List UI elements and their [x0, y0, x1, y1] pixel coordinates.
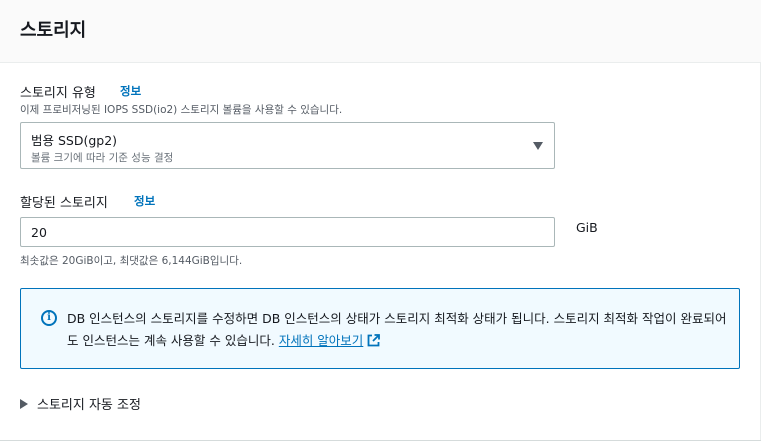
learn-more-link[interactable]: 자세히 알아보기 [279, 333, 363, 348]
allocated-storage-label: 할당된 스토리지 [20, 196, 108, 211]
storage-type-label: 스토리지 유형 [20, 86, 96, 101]
alert-message: DB 인스턴스의 스토리지를 수정하면 DB 인스턴스의 상태가 스토리지 최적… [67, 308, 727, 352]
caret-down-icon [533, 142, 543, 150]
storage-type-selected-value: 범용 SSD(gp2) [31, 133, 118, 148]
allocated-storage-info-link[interactable]: 정보 [134, 193, 155, 209]
allocated-storage-constraint: 최솟값은 20GiB이고, 최댓값은 6,144GiB입니다. [20, 255, 243, 267]
storage-autoscaling-label: 스토리지 자동 조정 [37, 398, 141, 413]
learn-more-label: 자세히 알아보기 [278, 333, 364, 348]
storage-panel: 스토리지 스토리지 유형 정보 이제 프로비저닝된 IOPS SSD(io2) … [0, 0, 761, 441]
info-circle-icon: i [41, 310, 57, 326]
storage-type-description: 이제 프로비저닝된 IOPS SSD(io2) 스토리지 볼륨을 사용할 수 있… [20, 104, 343, 116]
page-title: 스토리지 [20, 20, 87, 41]
storage-type-select[interactable]: 범용 SSD(gp2) 볼륨 크기에 따라 기준 성능 결정 [20, 122, 555, 169]
external-link-icon[interactable] [367, 334, 381, 347]
caret-right-icon [20, 399, 28, 409]
alert-text: DB 인스턴스의 스토리지를 수정하면 DB 인스턴스의 상태가 스토리지 최적… [67, 311, 727, 348]
allocated-storage-unit: GiB [576, 220, 598, 235]
allocated-storage-input[interactable] [20, 217, 555, 247]
panel-header: 스토리지 [0, 0, 761, 63]
storage-autoscaling-expander[interactable]: 스토리지 자동 조정 [20, 394, 141, 413]
storage-type-info-link[interactable]: 정보 [120, 83, 141, 99]
storage-info-alert: i DB 인스턴스의 스토리지를 수정하면 DB 인스턴스의 상태가 스토리지 … [20, 288, 740, 369]
storage-type-selected-description: 볼륨 크기에 따라 기준 성능 결정 [31, 152, 174, 164]
